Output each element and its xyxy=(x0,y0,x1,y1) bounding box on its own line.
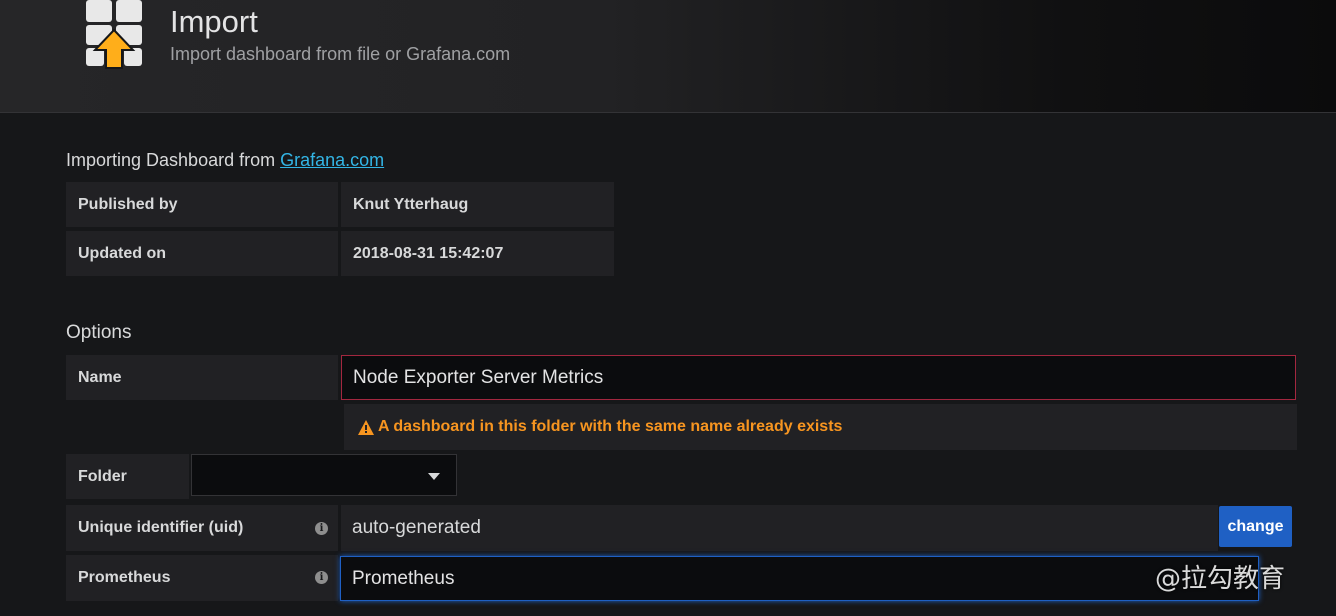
uid-change-button[interactable]: change xyxy=(1219,506,1292,547)
uid-info-icon[interactable]: i xyxy=(315,522,328,535)
prometheus-info-icon[interactable]: i xyxy=(315,571,328,584)
uid-label-cell: Unique identifier (uid) xyxy=(66,505,338,551)
page-header: Import Import dashboard from file or Gra… xyxy=(0,0,1336,113)
grafana-com-link[interactable]: Grafana.com xyxy=(280,150,384,170)
page-subtitle: Import dashboard from file or Grafana.co… xyxy=(170,44,511,64)
warning-icon xyxy=(358,419,374,435)
name-warning-text: A dashboard in this folder with the same… xyxy=(378,418,843,435)
folder-select[interactable] xyxy=(191,454,457,496)
folder-label: Folder xyxy=(66,454,189,499)
uid-value: auto-generated xyxy=(341,505,1218,551)
page-title: Import xyxy=(170,4,258,39)
import-source-prefix: Importing Dashboard from xyxy=(66,150,281,170)
options-title: Options xyxy=(66,322,132,343)
prometheus-label-cell: Prometheus xyxy=(66,555,338,601)
updated-on-label: Updated on xyxy=(66,231,338,276)
name-input[interactable]: Node Exporter Server Metrics xyxy=(341,355,1296,400)
name-label: Name xyxy=(66,355,338,400)
watermark: @拉勾教育 xyxy=(1155,564,1286,594)
name-warning: A dashboard in this folder with the same… xyxy=(344,404,1297,450)
prometheus-datasource-input[interactable]: Prometheus xyxy=(340,556,1259,601)
prometheus-label: Prometheus xyxy=(78,569,171,586)
import-icon xyxy=(86,0,142,69)
published-by-value: Knut Ytterhaug xyxy=(341,182,614,227)
chevron-down-icon xyxy=(428,473,440,480)
published-by-label: Published by xyxy=(66,182,338,227)
updated-on-value: 2018-08-31 15:42:07 xyxy=(341,231,614,276)
import-source-line: Importing Dashboard from Grafana.com xyxy=(66,150,384,171)
uid-label: Unique identifier (uid) xyxy=(78,519,244,536)
